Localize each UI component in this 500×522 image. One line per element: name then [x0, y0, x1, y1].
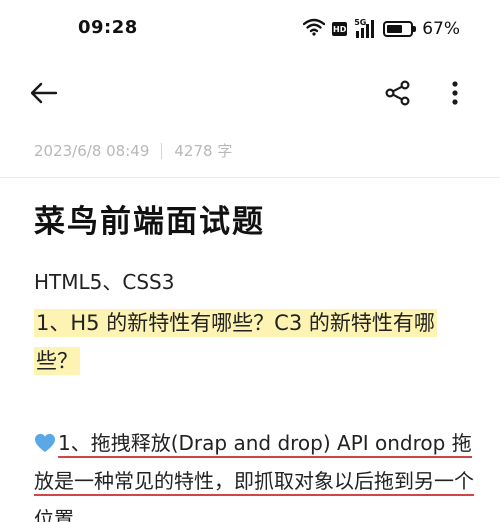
status-time: 09:28: [78, 17, 138, 38]
sub-heading[interactable]: HTML5、CSS3: [34, 266, 174, 295]
status-icons: HD 5G 67%: [303, 18, 460, 40]
meta-divider: [161, 142, 163, 159]
paragraph-text: 1、拖拽释放(Drap and drop) API ondrop 拖放是一种常见…: [34, 431, 474, 522]
back-button[interactable]: [24, 76, 64, 110]
word-count: 4278 字: [174, 142, 233, 160]
question-highlighted[interactable]: 1、H5 的新特性有哪些？C3 的新特性有哪些？: [34, 304, 474, 380]
battery-fill: [387, 25, 403, 33]
back-arrow-icon: [30, 82, 58, 104]
blue-heart-icon: [35, 433, 55, 453]
meta-divider-line: [0, 177, 500, 178]
battery-percent: 67%: [422, 19, 460, 39]
wifi-icon: [303, 18, 326, 40]
more-vertical-icon: [452, 81, 458, 105]
share-icon: [385, 80, 410, 106]
share-button[interactable]: [380, 76, 416, 110]
status-bar: 09:28 HD 5G 67%: [0, 0, 500, 60]
more-button[interactable]: [440, 76, 470, 110]
battery-icon: [383, 21, 417, 37]
signal-icon: 5G: [354, 18, 376, 38]
article-title[interactable]: 菜鸟前端面试题: [34, 196, 265, 241]
note-meta: 2023/6/8 08:49 4278 字: [34, 140, 232, 161]
article-paragraph[interactable]: 1、拖拽释放(Drap and drop) API ondrop 拖放是一种常见…: [34, 424, 484, 522]
hd-icon: HD: [332, 22, 348, 36]
app-bar: [0, 62, 500, 122]
question-text: 1、H5 的新特性有哪些？C3 的新特性有哪些？: [34, 309, 437, 375]
note-date: 2023/6/8 08:49: [34, 141, 150, 160]
